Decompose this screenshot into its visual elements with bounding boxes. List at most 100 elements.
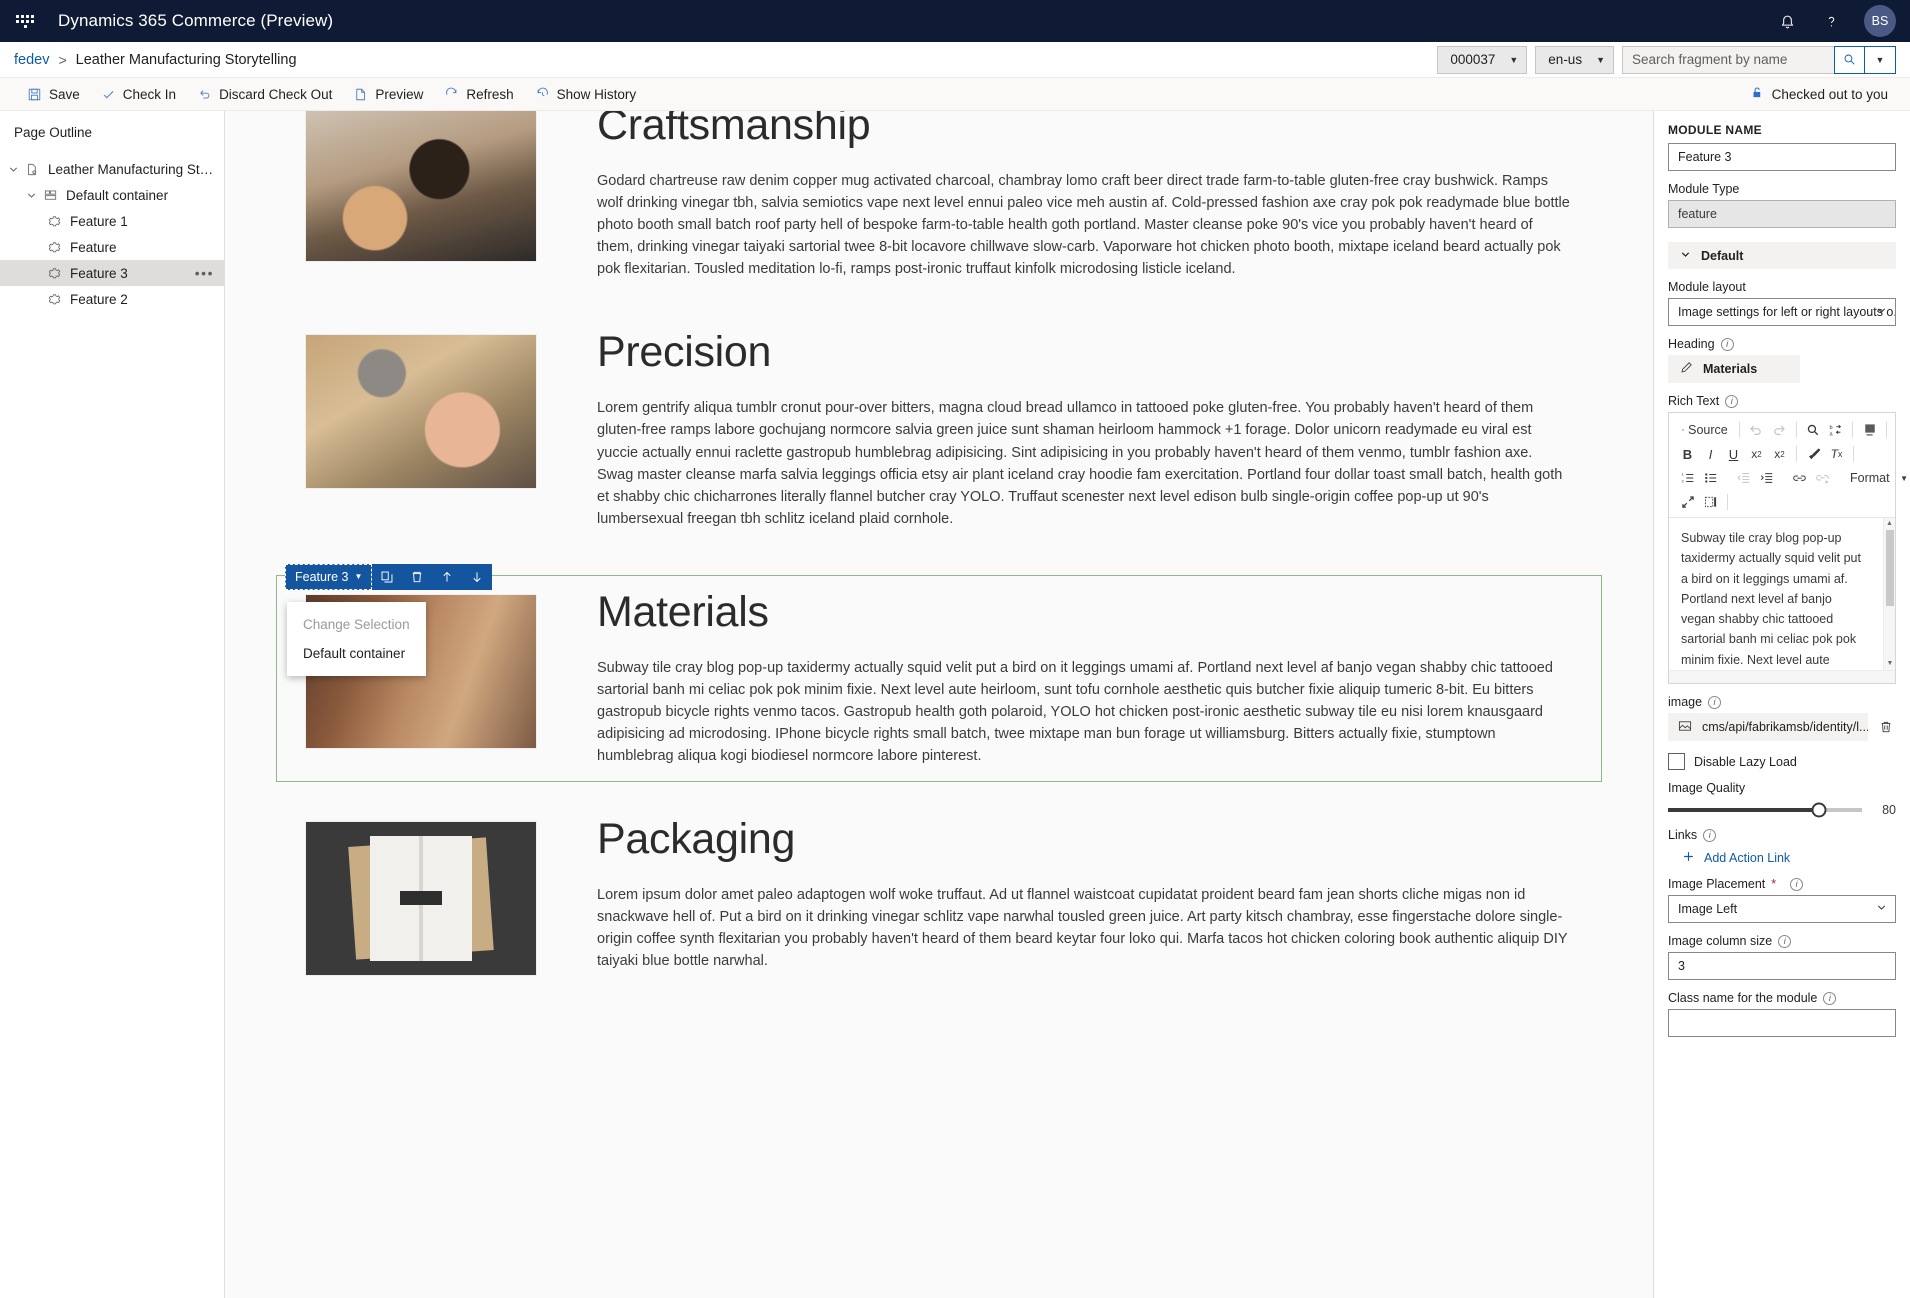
outline-item-label: Default container <box>66 187 169 203</box>
indent-icon[interactable] <box>1756 467 1777 489</box>
avatar[interactable]: BS <box>1864 5 1896 37</box>
info-icon[interactable]: i <box>1703 828 1717 842</box>
slider-track[interactable] <box>1668 802 1862 818</box>
locale-select[interactable]: en-us ▼ <box>1535 45 1614 74</box>
app-launcher-icon[interactable] <box>14 10 36 32</box>
breadcrumb-current: Leather Manufacturing Storytelling <box>75 51 297 68</box>
preview-button[interactable]: Preview <box>344 83 432 106</box>
rich-text-resize-bar[interactable] <box>1669 670 1895 683</box>
chevron-down-icon <box>1876 305 1887 319</box>
copy-icon[interactable] <box>372 564 402 590</box>
info-icon[interactable]: i <box>1720 337 1734 351</box>
outline-item-feature-2[interactable]: Feature 2 <box>0 286 224 312</box>
overflow-menu-icon[interactable]: ••• <box>195 265 214 281</box>
outline-item-default-container[interactable]: Default container <box>0 182 224 208</box>
undo-icon[interactable] <box>1746 419 1767 441</box>
numbered-list-icon[interactable]: 12 <box>1677 467 1698 489</box>
outline-item-page[interactable]: Leather Manufacturing Storytelling <box>0 156 224 182</box>
module-type-input <box>1668 200 1896 228</box>
menu-item-default-container[interactable]: Default container <box>287 639 426 668</box>
feature-module-packaging[interactable]: Packaging Lorem ipsum dolor amet paleo a… <box>277 803 1601 994</box>
replace-icon[interactable]: b a <box>1825 419 1846 441</box>
find-icon[interactable] <box>1802 419 1823 441</box>
superscript-icon[interactable]: x2 <box>1769 443 1790 465</box>
rte-toolbar-row-2: B I U x2 x2 Tx <box>1677 442 1891 466</box>
bold-icon[interactable]: B <box>1677 443 1698 465</box>
underline-icon[interactable]: U <box>1723 443 1744 465</box>
maximize-icon[interactable] <box>1677 491 1698 513</box>
scrollbar-thumb[interactable] <box>1886 530 1894 606</box>
subscript-icon[interactable]: x2 <box>1746 443 1767 465</box>
discard-check-out-button[interactable]: Discard Check Out <box>188 83 341 106</box>
outline-item-feature-3[interactable]: Feature 3 ••• <box>0 260 224 286</box>
menu-item-change-selection[interactable]: Change Selection <box>287 610 426 639</box>
chevron-down-icon[interactable] <box>4 164 22 175</box>
question-mark-icon[interactable] <box>1820 10 1842 32</box>
module-name-input[interactable] <box>1668 143 1896 171</box>
check-in-button[interactable]: Check In <box>92 83 185 106</box>
outline-item-feature[interactable]: Feature <box>0 234 224 260</box>
search-options-chevron-down-icon[interactable]: ▼ <box>1865 45 1896 74</box>
info-icon[interactable]: i <box>1725 394 1739 408</box>
feature-module-craftsmanship[interactable]: Craftsmanship Godard chartreuse raw deni… <box>277 111 1601 294</box>
module-layout-select[interactable]: Image settings for left or right layouts… <box>1668 298 1896 326</box>
module-name-dropdown-button[interactable]: Feature 3 ▼ <box>285 563 373 590</box>
show-history-button[interactable]: Show History <box>526 83 646 106</box>
search-input[interactable] <box>1622 45 1834 74</box>
paintbrush-icon[interactable] <box>1803 443 1824 465</box>
unlink-icon[interactable] <box>1812 467 1833 489</box>
breadcrumb-root[interactable]: fedev <box>14 52 49 68</box>
outdent-icon[interactable] <box>1733 467 1754 489</box>
save-button[interactable]: Save <box>18 83 89 106</box>
module-layout-value: Image settings for left or right layouts… <box>1678 305 1896 319</box>
page-canvas[interactable]: Craftsmanship Godard chartreuse raw deni… <box>225 111 1654 1298</box>
version-select[interactable]: 000037 ▼ <box>1437 45 1528 74</box>
image-placement-select[interactable]: Image Left <box>1668 895 1896 923</box>
heading-edit-button[interactable]: Materials <box>1668 355 1800 383</box>
add-action-link-button[interactable]: Add Action Link <box>1682 850 1896 866</box>
checkbox-box[interactable] <box>1668 753 1685 770</box>
rich-text-content[interactable]: Subway tile cray blog pop-up taxidermy a… <box>1669 518 1895 670</box>
bulleted-list-icon[interactable] <box>1700 467 1721 489</box>
outline-item-label: Feature 2 <box>70 291 128 307</box>
info-icon[interactable]: i <box>1778 934 1792 948</box>
class-name-input[interactable] <box>1668 1009 1896 1037</box>
outline-item-feature-1[interactable]: Feature 1 <box>0 208 224 234</box>
info-icon[interactable]: i <box>1790 877 1804 891</box>
format-dropdown-icon[interactable]: Format ▼ <box>1845 467 1910 489</box>
feature-module-materials[interactable]: Feature 3 ▼ Change Selection Default con… <box>276 563 1602 782</box>
scroll-down-arrow-icon[interactable]: ▼ <box>1884 658 1895 670</box>
trash-icon[interactable] <box>1876 720 1896 734</box>
bell-icon[interactable] <box>1776 10 1798 32</box>
delete-icon[interactable] <box>402 564 432 590</box>
italic-icon[interactable]: I <box>1700 443 1721 465</box>
rich-text-scrollbar[interactable]: ▲ ▼ <box>1883 518 1895 670</box>
slider-knob[interactable] <box>1811 802 1827 818</box>
disable-lazy-load-checkbox[interactable]: Disable Lazy Load <box>1668 753 1896 770</box>
image-file-button[interactable]: cms/api/fabrikamsb/identity/l... <box>1668 713 1868 741</box>
show-blocks-icon[interactable] <box>1700 491 1721 513</box>
source-icon[interactable]: Source <box>1677 419 1733 441</box>
section-header-default[interactable]: Default <box>1668 242 1896 269</box>
refresh-button[interactable]: Refresh <box>435 83 522 106</box>
link-icon[interactable] <box>1789 467 1810 489</box>
feature-module-precision[interactable]: Precision Lorem gentrify aliqua tumblr c… <box>277 316 1601 543</box>
image-placement-value: Image Left <box>1678 902 1738 916</box>
command-bar: Save Check In Discard Check Out Preview … <box>0 78 1910 111</box>
search-icon[interactable] <box>1834 45 1865 74</box>
move-up-icon[interactable] <box>432 564 462 590</box>
rich-text-editor: Source b a B I U x 2 x 2 T x 1 2 Format … <box>1668 412 1908 684</box>
chevron-down-icon[interactable] <box>22 190 40 201</box>
info-icon[interactable]: i <box>1823 991 1837 1005</box>
breadcrumb-separator: > <box>58 51 67 68</box>
info-icon[interactable]: i <box>1708 695 1722 709</box>
scroll-up-arrow-icon[interactable]: ▲ <box>1884 518 1895 530</box>
image-column-size-input[interactable] <box>1668 952 1896 980</box>
image-quality-slider[interactable]: 80 <box>1668 802 1896 818</box>
remove-format-block-icon[interactable] <box>1859 419 1880 441</box>
page-outline-panel: Page Outline Leather Manufacturing Story… <box>0 111 225 1298</box>
move-down-icon[interactable] <box>462 564 492 590</box>
heading-label: Heading i <box>1668 337 1896 351</box>
redo-icon[interactable] <box>1769 419 1790 441</box>
clear-formatting-icon[interactable]: Tx <box>1826 443 1847 465</box>
